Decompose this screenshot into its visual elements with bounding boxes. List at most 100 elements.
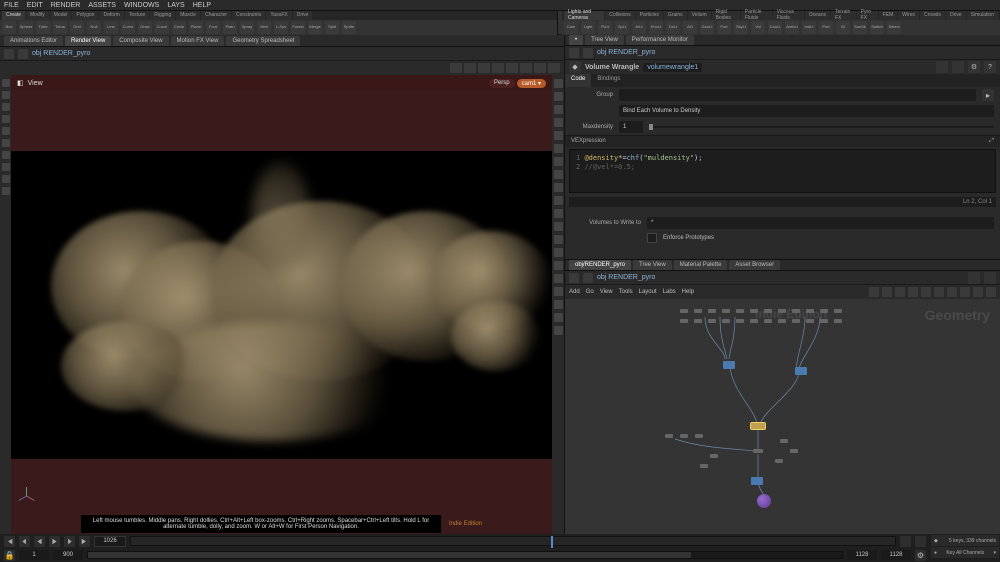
node-filecache-r1-9[interactable] (806, 319, 814, 323)
timeline-track[interactable] (130, 536, 896, 546)
node-s5[interactable] (700, 464, 708, 468)
vp-btn1[interactable] (450, 63, 462, 73)
shelf-right-tools[interactable]: CamLightPtLitSpLtArLtEnvLtDsLtAOGeoLtPor… (562, 20, 1000, 35)
shelf-tool-sunsk[interactable]: SunSk (853, 21, 867, 34)
node-merge1[interactable] (723, 361, 735, 369)
node-filecache-r0-11[interactable] (834, 309, 842, 313)
maxdensity-slider[interactable] (649, 126, 994, 128)
right-pane-tab-1[interactable]: Tree View (585, 35, 624, 45)
node-filecache-r0-2[interactable] (708, 309, 716, 313)
shelf-tool-vol[interactable]: Vol (751, 21, 765, 34)
net-pin-icon[interactable] (968, 272, 980, 284)
nav-back-icon[interactable] (4, 49, 14, 59)
keys-info[interactable]: ◆5 keys, 339 channels (931, 535, 999, 546)
net-pane-tab-3[interactable]: Asset Browser (729, 260, 780, 270)
shelf-tab-rigid-bodies[interactable]: Rigid Bodies (712, 11, 740, 20)
shelf-tab-modify[interactable]: Modify (26, 11, 49, 20)
node-filecache-r0-9[interactable] (806, 309, 814, 313)
shelf-tool-draw[interactable]: Draw (138, 21, 152, 34)
menu-render[interactable]: RENDER (51, 2, 81, 9)
node-filecache-r1-8[interactable] (792, 319, 800, 323)
net-tool8-icon[interactable] (960, 287, 970, 297)
node-filecache-r0-7[interactable] (778, 309, 786, 313)
disp-opt10-icon[interactable] (554, 196, 563, 205)
disp-opt6-icon[interactable] (554, 144, 563, 153)
shelf-tab-model[interactable]: Model (50, 11, 72, 20)
shelf-right-tabs[interactable]: Lights and CamerasCollisionsParticlesGra… (562, 11, 1000, 20)
tab-bindings[interactable]: Bindings (591, 74, 626, 87)
param-nav-back-icon[interactable] (569, 48, 579, 58)
node-filecache-r1-11[interactable] (834, 319, 842, 323)
shelf-tool-metl[interactable]: Metl (257, 21, 271, 34)
maxdensity-field[interactable]: 1 (619, 121, 643, 133)
node-filecache-r1-0[interactable] (680, 319, 688, 323)
menu-assets[interactable]: ASSETS (88, 2, 116, 9)
vp-btn2[interactable] (464, 63, 476, 73)
shelf-tool-circle[interactable]: Circle (172, 21, 186, 34)
disp-opt18-icon[interactable] (554, 300, 563, 309)
shelf-tool-envlt[interactable]: EnvLt (649, 21, 663, 34)
shelf-tab-drive[interactable]: Drive (946, 11, 966, 20)
camera-menu-cam[interactable]: cam1 ▾ (517, 79, 546, 88)
range-track[interactable] (87, 551, 843, 559)
net-nav-back-icon[interactable] (569, 273, 579, 283)
net-tool2-icon[interactable] (882, 287, 892, 297)
disp-opt16-icon[interactable] (554, 274, 563, 283)
network-path-text[interactable]: obj RENDER_pyro (597, 274, 655, 281)
net-tool5-icon[interactable] (921, 287, 931, 297)
disp-opt5-icon[interactable] (554, 131, 563, 140)
menu-file[interactable]: FILE (4, 2, 19, 9)
net-x-icon[interactable] (984, 272, 996, 284)
node-branch2[interactable] (680, 434, 688, 438)
group-mode-menu[interactable]: Bind Each Volume to Density (619, 105, 994, 117)
shelf-tab-texture[interactable]: Texture (125, 11, 149, 20)
shelf-tab-character[interactable]: Character (201, 11, 231, 20)
node-filecache-r0-0[interactable] (680, 309, 688, 313)
disp-opt15-icon[interactable] (554, 261, 563, 270)
node-filecache-r0-6[interactable] (764, 309, 772, 313)
disp-opt7-icon[interactable] (554, 157, 563, 166)
shelf-tool-dslt[interactable]: DsLt (666, 21, 680, 34)
shelf-tab-particles[interactable]: Particles (636, 11, 663, 20)
right-pane-tab-2[interactable]: Performance Monitor (626, 35, 694, 45)
menu-windows[interactable]: WINDOWS (124, 2, 159, 9)
range-lock-icon[interactable]: 🔒 (4, 550, 15, 561)
menu-layouts[interactable]: LAYS (167, 2, 184, 9)
viewport-right-toolbar[interactable] (552, 75, 564, 534)
net-menu-help[interactable]: Help (682, 289, 694, 295)
disp-opt14-icon[interactable] (554, 248, 563, 257)
disp-opt20-icon[interactable] (554, 326, 563, 335)
shelf-tool-torus[interactable]: Torus (53, 21, 67, 34)
audio-toggle[interactable] (915, 536, 926, 547)
net-tool4-icon[interactable] (908, 287, 918, 297)
node-s3[interactable] (775, 459, 783, 463)
shelf-tool-skylt[interactable]: SkyLt (734, 21, 748, 34)
playbar-controls[interactable]: 1026 (0, 534, 930, 548)
network-path-bar[interactable]: obj RENDER_pyro (565, 271, 1000, 285)
shelf-left-tabs[interactable]: CreateModifyModelPolygonDeformTextureRig… (0, 11, 557, 20)
param-nav-fwd-icon[interactable] (583, 48, 593, 58)
shelf-tool-line[interactable]: Line (104, 21, 118, 34)
node-filecache-r0-1[interactable] (694, 309, 702, 313)
play-button[interactable] (49, 536, 60, 547)
left-pane-tab-0[interactable]: Animations Editor (4, 36, 63, 46)
node-filecache-r1-3[interactable] (722, 319, 730, 323)
node-branch1[interactable] (665, 434, 673, 438)
right-upper-pane-tabs[interactable]: •Tree ViewPerformance Monitor (565, 35, 1000, 46)
shelf-tool-plane[interactable]: Plane (189, 21, 203, 34)
node-render-output[interactable] (757, 494, 771, 508)
current-frame-field[interactable]: 1026 (94, 536, 126, 547)
viewport-top-toolbar[interactable] (0, 61, 564, 75)
network-menu-bar[interactable]: AddGoViewToolsLayoutLabsHelp (565, 285, 1000, 299)
node-s2[interactable] (790, 449, 798, 453)
left-path-text[interactable]: obj RENDER_pyro (32, 50, 90, 57)
vp-btn3[interactable] (478, 63, 490, 73)
vp-btn7[interactable] (534, 63, 546, 73)
shelf-tab-drive[interactable]: Drive (293, 11, 313, 20)
node-filecache-r1-2[interactable] (708, 319, 716, 323)
disp-opt2-icon[interactable] (554, 92, 563, 101)
prototypes-checkbox[interactable] (647, 233, 657, 243)
shelf-tab-yasufx[interactable]: YasuFX (266, 11, 291, 20)
range-start-field[interactable]: 900 (53, 550, 83, 560)
net-pane-tab-0[interactable]: obj/RENDER_pyro (569, 260, 631, 270)
